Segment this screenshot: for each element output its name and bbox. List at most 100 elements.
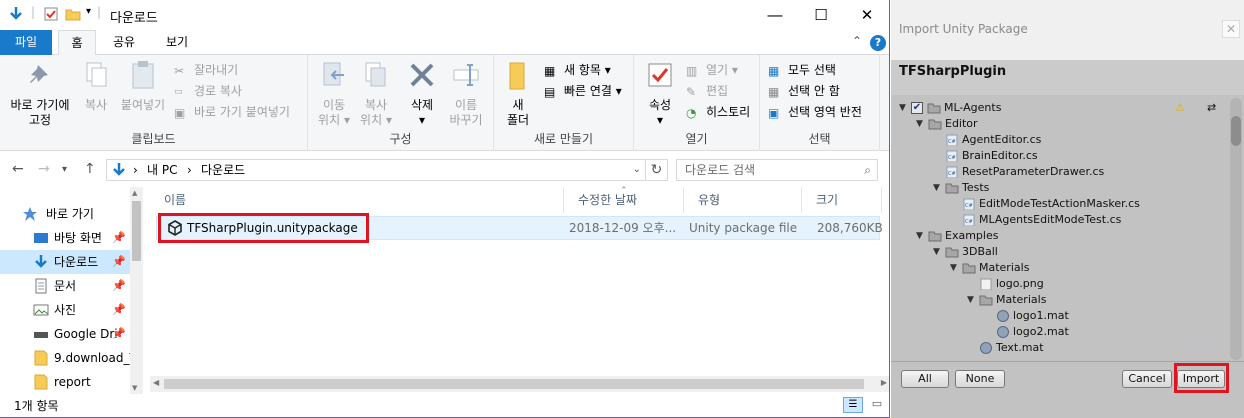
- edit-button[interactable]: ✎ 편집: [686, 82, 728, 100]
- minimize-button[interactable]: ―: [752, 0, 798, 30]
- tree-file[interactable]: logo1.mat: [891, 308, 1226, 324]
- file-list-horizontal-scrollbar[interactable]: ◀ ▶: [150, 376, 889, 392]
- recent-locations-chevron-icon[interactable]: ▾: [62, 164, 67, 175]
- tree-file[interactable]: C# EditModeTestActionMasker.cs: [891, 196, 1226, 212]
- paste-shortcut-button[interactable]: ▣ 바로 가기 붙여넣기: [174, 103, 290, 121]
- back-arrow-icon[interactable]: ←: [12, 161, 24, 177]
- package-header: TFSharpPlugin: [891, 60, 1244, 95]
- tree-file[interactable]: C# AgentEditor.cs: [891, 132, 1226, 148]
- cut-label: 잘라내기: [194, 63, 239, 77]
- new-folder-icon[interactable]: [65, 6, 81, 22]
- close-button[interactable]: ✕: [844, 0, 889, 30]
- horizontal-scroll-thumb[interactable]: [164, 379, 864, 389]
- history-button[interactable]: ◔ 히스토리: [686, 103, 750, 121]
- new-folder-label-line2: 폴더: [506, 113, 530, 127]
- scroll-up-icon[interactable]: ▲: [132, 189, 137, 197]
- unity-close-button[interactable]: ✕: [1222, 20, 1240, 38]
- delete-button[interactable]: 삭제 ▾: [404, 59, 440, 128]
- tree-folder[interactable]: ▼ Examples: [891, 228, 1226, 244]
- up-arrow-icon[interactable]: ↑: [84, 161, 96, 177]
- properties-button[interactable]: 속성 ▾: [640, 59, 680, 128]
- file-explorer-window: | ▾ | 다운로드 ― ☐ ✕ 파일 홈 공유 보기 ⌃ ? 바로 가기에 고…: [0, 0, 890, 418]
- tree-file[interactable]: Text.mat: [891, 340, 1226, 356]
- nav-scroll-thumb[interactable]: [132, 201, 141, 261]
- help-icon[interactable]: ?: [870, 35, 886, 51]
- column-header-modified[interactable]: 수정한 날짜 ⌃: [564, 186, 684, 213]
- new-folder-button[interactable]: 새 폴더: [500, 59, 536, 128]
- scroll-down-icon[interactable]: ▼: [132, 384, 137, 392]
- tab-home[interactable]: 홈: [58, 30, 96, 56]
- nav-scrollbar[interactable]: ▲ ▼: [130, 187, 143, 394]
- tree-file[interactable]: logo2.mat: [891, 324, 1226, 340]
- collapse-ribbon-icon[interactable]: ⌃: [852, 34, 862, 48]
- copy-to-button[interactable]: 복사 위치 ▾: [356, 59, 396, 128]
- search-input[interactable]: 다운로드 검색 ⌕: [676, 159, 878, 181]
- easy-access-button[interactable]: ▤ 빠른 연결 ▾: [544, 82, 622, 100]
- move-to-button[interactable]: 이동 위치 ▾: [314, 59, 354, 128]
- tree-folder[interactable]: ▼ Materials: [891, 260, 1226, 276]
- invert-selection-button[interactable]: ▣ 선택 영역 반전: [768, 103, 862, 121]
- refresh-button[interactable]: ↻: [646, 159, 668, 181]
- maximize-button[interactable]: ☐: [798, 0, 844, 30]
- column-header-name[interactable]: 이름: [150, 187, 564, 213]
- forward-arrow-icon[interactable]: →: [38, 161, 50, 177]
- tree-file[interactable]: C# ResetParameterDrawer.cs: [891, 164, 1226, 180]
- details-view-icon[interactable]: ☰: [843, 397, 863, 413]
- breadcrumb-downloads[interactable]: 다운로드: [201, 160, 245, 180]
- open-button[interactable]: ▥ 열기 ▾: [686, 61, 738, 79]
- column-header-type[interactable]: 유형: [684, 187, 802, 213]
- scroll-right-icon[interactable]: ▶: [881, 378, 887, 387]
- download-arrow-icon: [113, 163, 125, 176]
- nav-downloads[interactable]: 다운로드 📌: [0, 250, 130, 274]
- all-button[interactable]: All: [901, 370, 949, 388]
- nav-documents[interactable]: 문서 📌: [0, 274, 130, 298]
- tab-share[interactable]: 공유: [104, 30, 144, 55]
- tree-scroll-thumb[interactable]: [1231, 116, 1241, 146]
- rename-button[interactable]: 이름 바꾸기: [444, 59, 488, 128]
- nav-folder-report[interactable]: report: [0, 370, 130, 394]
- expand-triangle-icon[interactable]: ▼: [950, 260, 957, 276]
- tab-view[interactable]: 보기: [156, 30, 198, 55]
- properties-check-icon[interactable]: [43, 6, 59, 22]
- address-dropdown-icon[interactable]: ⌄: [633, 160, 641, 180]
- column-header-size[interactable]: 크기: [802, 187, 882, 213]
- large-icons-view-icon[interactable]: ▭: [867, 397, 887, 413]
- tree-folder[interactable]: ▼ ✔ ML-Agents ⚠ ⇄: [891, 100, 1226, 116]
- expand-triangle-icon[interactable]: ▼: [967, 292, 974, 308]
- cancel-button[interactable]: Cancel: [1122, 370, 1172, 388]
- include-checkbox[interactable]: ✔: [911, 102, 923, 114]
- cut-button[interactable]: ✂ 잘라내기: [174, 61, 238, 79]
- tree-folder[interactable]: ▼ Editor: [891, 116, 1226, 132]
- expand-triangle-icon[interactable]: ▼: [916, 228, 923, 244]
- tree-scrollbar[interactable]: [1230, 98, 1242, 360]
- tab-file[interactable]: 파일: [0, 30, 52, 55]
- nav-desktop[interactable]: 바탕 화면 📌: [0, 226, 130, 250]
- copy-button[interactable]: 복사: [78, 59, 114, 113]
- none-button[interactable]: None: [955, 370, 1005, 388]
- nav-pictures[interactable]: 사진 📌: [0, 298, 130, 322]
- nav-folder-download[interactable]: 9.download_T: [0, 346, 130, 370]
- expand-triangle-icon[interactable]: ▼: [916, 116, 923, 132]
- expand-triangle-icon[interactable]: ▼: [933, 244, 940, 260]
- select-none-button[interactable]: ▦ 선택 안 함: [768, 82, 840, 100]
- breadcrumb-pc[interactable]: 내 PC: [147, 160, 177, 180]
- copy-path-button[interactable]: ▭ 경로 복사: [174, 82, 242, 100]
- nav-quick-access[interactable]: 바로 가기: [0, 202, 130, 226]
- address-bar[interactable]: › 내 PC › 다운로드 ⌄: [106, 159, 646, 181]
- tree-file[interactable]: logo.png: [891, 276, 1226, 292]
- expand-triangle-icon[interactable]: ▼: [933, 180, 940, 196]
- tree-folder[interactable]: ▼ 3DBall: [891, 244, 1226, 260]
- expand-triangle-icon[interactable]: ▼: [899, 100, 906, 116]
- tree-file[interactable]: C# MLAgentsEditModeTest.cs: [891, 212, 1226, 228]
- organize-group-label: 구성: [389, 132, 412, 146]
- pin-quick-access-button[interactable]: 바로 가기에 고정: [4, 59, 76, 128]
- tree-folder[interactable]: ▼ Tests: [891, 180, 1226, 196]
- tree-file[interactable]: C# BrainEditor.cs: [891, 148, 1226, 164]
- new-item-button[interactable]: ▦ 새 항목 ▾: [544, 61, 611, 79]
- nav-google-drive[interactable]: Google Dri 📌: [0, 322, 130, 346]
- quick-access-dropdown-icon[interactable]: ▾: [86, 6, 91, 17]
- tree-folder[interactable]: ▼ Materials: [891, 292, 1226, 308]
- scroll-left-icon[interactable]: ◀: [153, 378, 159, 387]
- paste-button[interactable]: 붙여넣기: [118, 59, 168, 113]
- select-all-button[interactable]: ▦ 모두 선택: [768, 61, 836, 79]
